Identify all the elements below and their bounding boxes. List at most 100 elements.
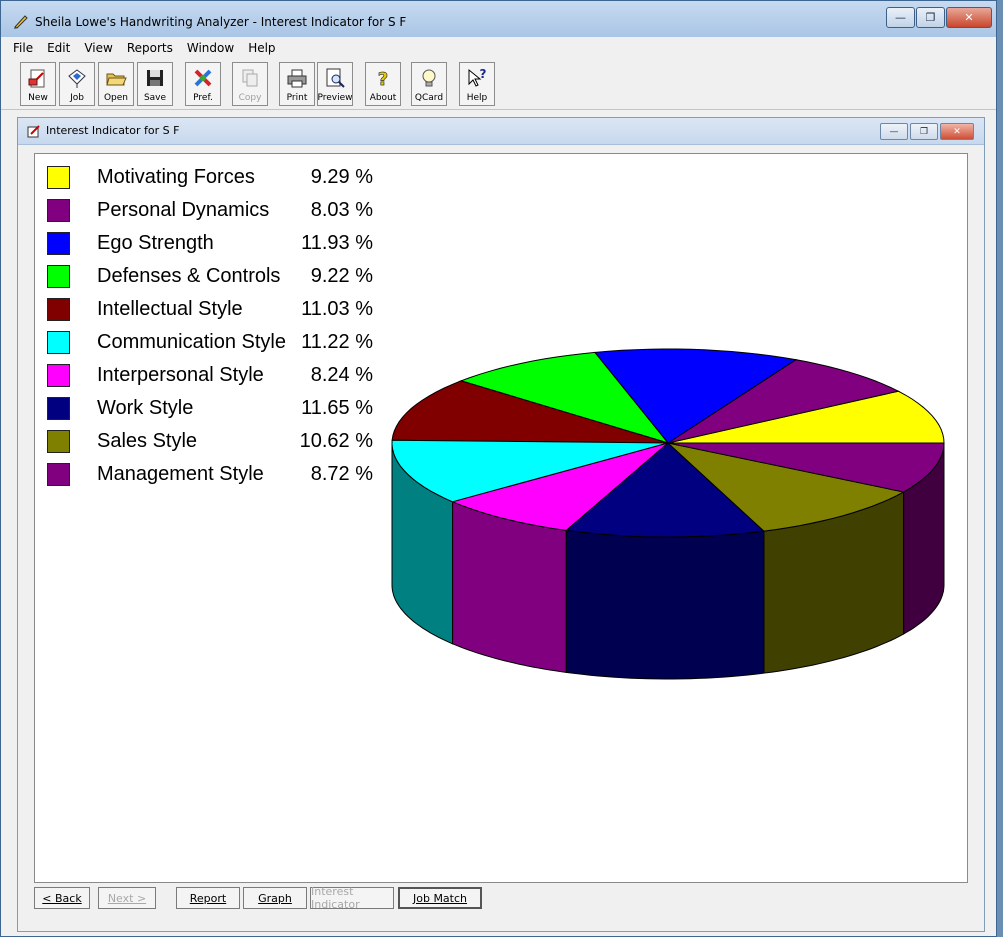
document-window-controls: — ❐ ✕ (878, 123, 974, 140)
document-pen-icon (27, 125, 40, 138)
open-label: Open (103, 93, 129, 103)
restore-button[interactable]: ❐ (916, 7, 945, 28)
document-title: Interest Indicator for S F (46, 124, 180, 137)
lightbulb-icon (422, 69, 436, 87)
legend-label: Work Style (97, 397, 194, 419)
legend-value: 11.03 % (301, 298, 373, 320)
legend-label: Intellectual Style (97, 298, 243, 320)
preferences-button[interactable]: Pref. (185, 62, 221, 106)
legend-value: 10.62 % (299, 430, 373, 452)
title-bar: Sheila Lowe's Handwriting Analyzer - Int… (1, 1, 996, 38)
legend-item: Interpersonal Style 8.24 % (47, 362, 387, 395)
legend-label: Sales Style (97, 430, 198, 452)
open-button[interactable]: Open (98, 62, 134, 106)
help-pointer-icon: ? (468, 67, 487, 87)
legend-swatch (47, 265, 70, 288)
legend-label: Communication Style (97, 331, 286, 353)
legend-swatch (47, 430, 70, 453)
about-label: About (369, 93, 397, 103)
legend-item: Intellectual Style 11.03 % (47, 296, 387, 329)
job-match-button[interactable]: Job Match (398, 887, 482, 909)
help-label: Help (466, 93, 488, 103)
legend-item: Management Style 8.72 % (47, 461, 387, 494)
preview-icon (326, 68, 345, 88)
copy-label: Copy (238, 93, 262, 103)
document-title-bar: Interest Indicator for S F — ❐ ✕ (18, 118, 984, 145)
new-icon (28, 69, 45, 88)
interest-indicator-button[interactable]: Interest Indicator (310, 885, 394, 911)
next-button[interactable]: Next > (98, 887, 156, 909)
legend-value: 11.65 % (301, 397, 373, 419)
legend-label: Defenses & Controls (97, 265, 281, 287)
window-title: Sheila Lowe's Handwriting Analyzer - Int… (35, 15, 407, 29)
legend-label: Ego Strength (97, 232, 214, 254)
chart-legend: Motivating Forces 9.29 % Personal Dynamics… (47, 164, 387, 494)
document-restore-button[interactable]: ❐ (910, 123, 938, 140)
copy-icon (242, 69, 258, 87)
about-question-icon: ? (377, 69, 388, 89)
save-disk-icon (147, 70, 163, 86)
help-button[interactable]: ? Help (459, 62, 495, 106)
new-label: New (28, 93, 48, 103)
legend-label: Personal Dynamics (97, 199, 270, 221)
close-button[interactable]: ✕ (946, 7, 992, 28)
legend-swatch (47, 199, 70, 222)
menu-window[interactable]: Window (187, 41, 234, 55)
copy-button[interactable]: Copy (232, 62, 268, 106)
menu-file[interactable]: File (13, 41, 33, 55)
legend-item: Motivating Forces 9.29 % (47, 164, 387, 197)
app-pen-icon (14, 15, 28, 29)
legend-swatch (47, 463, 70, 486)
menu-bar: File Edit View Reports Window Help (1, 37, 996, 59)
job-button[interactable]: Job (59, 62, 95, 106)
job-icon (68, 69, 86, 88)
save-button[interactable]: Save (137, 62, 173, 106)
toolbar: New Job Open Save Pref. Copy Print Previ… (1, 59, 996, 110)
legend-item: Personal Dynamics 8.03 % (47, 197, 387, 230)
legend-value: 8.24 % (310, 364, 373, 386)
window-controls: — ❐ ✕ (885, 7, 992, 28)
job-label: Job (70, 93, 84, 103)
back-button[interactable]: < Back (34, 887, 90, 909)
minimize-button[interactable]: — (886, 7, 915, 28)
menu-edit[interactable]: Edit (47, 41, 70, 55)
legend-swatch (47, 298, 70, 321)
document-close-button[interactable]: ✕ (940, 123, 974, 140)
legend-swatch (47, 232, 70, 255)
legend-swatch (47, 364, 70, 387)
legend-label: Interpersonal Style (97, 364, 264, 386)
legend-value: 11.93 % (301, 232, 373, 254)
legend-value: 11.22 % (301, 331, 373, 353)
preview-label: Preview (317, 93, 353, 103)
interest-indicator-window: Interest Indicator for S F — ❐ ✕ Motivat… (17, 117, 985, 932)
new-button[interactable]: New (20, 62, 56, 106)
open-folder-icon (106, 73, 127, 86)
legend-item: Ego Strength 11.93 % (47, 230, 387, 263)
graph-button[interactable]: Graph (243, 887, 307, 909)
legend-label: Management Style (97, 463, 264, 485)
legend-item: Sales Style 10.62 % (47, 428, 387, 461)
menu-help[interactable]: Help (248, 41, 275, 55)
legend-item: Communication Style 11.22 % (47, 329, 387, 362)
print-label: Print (286, 93, 308, 103)
legend-swatch (47, 331, 70, 354)
document-minimize-button[interactable]: — (880, 123, 908, 140)
qcard-label: QCard (414, 93, 444, 103)
chart-panel: Motivating Forces 9.29 % Personal Dynamics… (34, 153, 968, 883)
save-label: Save (143, 93, 167, 103)
about-button[interactable]: ? About (365, 62, 401, 106)
qcard-button[interactable]: QCard (411, 62, 447, 106)
legend-value: 8.03 % (310, 199, 373, 221)
svg-text:?: ? (378, 69, 388, 89)
menu-reports[interactable]: Reports (127, 41, 173, 55)
legend-value: 9.22 % (310, 265, 373, 287)
preview-button[interactable]: Preview (317, 62, 353, 106)
pie-slice-side (565, 529, 765, 680)
report-button[interactable]: Report (176, 887, 240, 909)
preferences-icon (194, 69, 212, 87)
menu-view[interactable]: View (84, 41, 112, 55)
legend-item: Work Style 11.65 % (47, 395, 387, 428)
print-button[interactable]: Print (279, 62, 315, 106)
preferences-label: Pref. (193, 93, 213, 103)
legend-value: 8.72 % (310, 463, 373, 485)
